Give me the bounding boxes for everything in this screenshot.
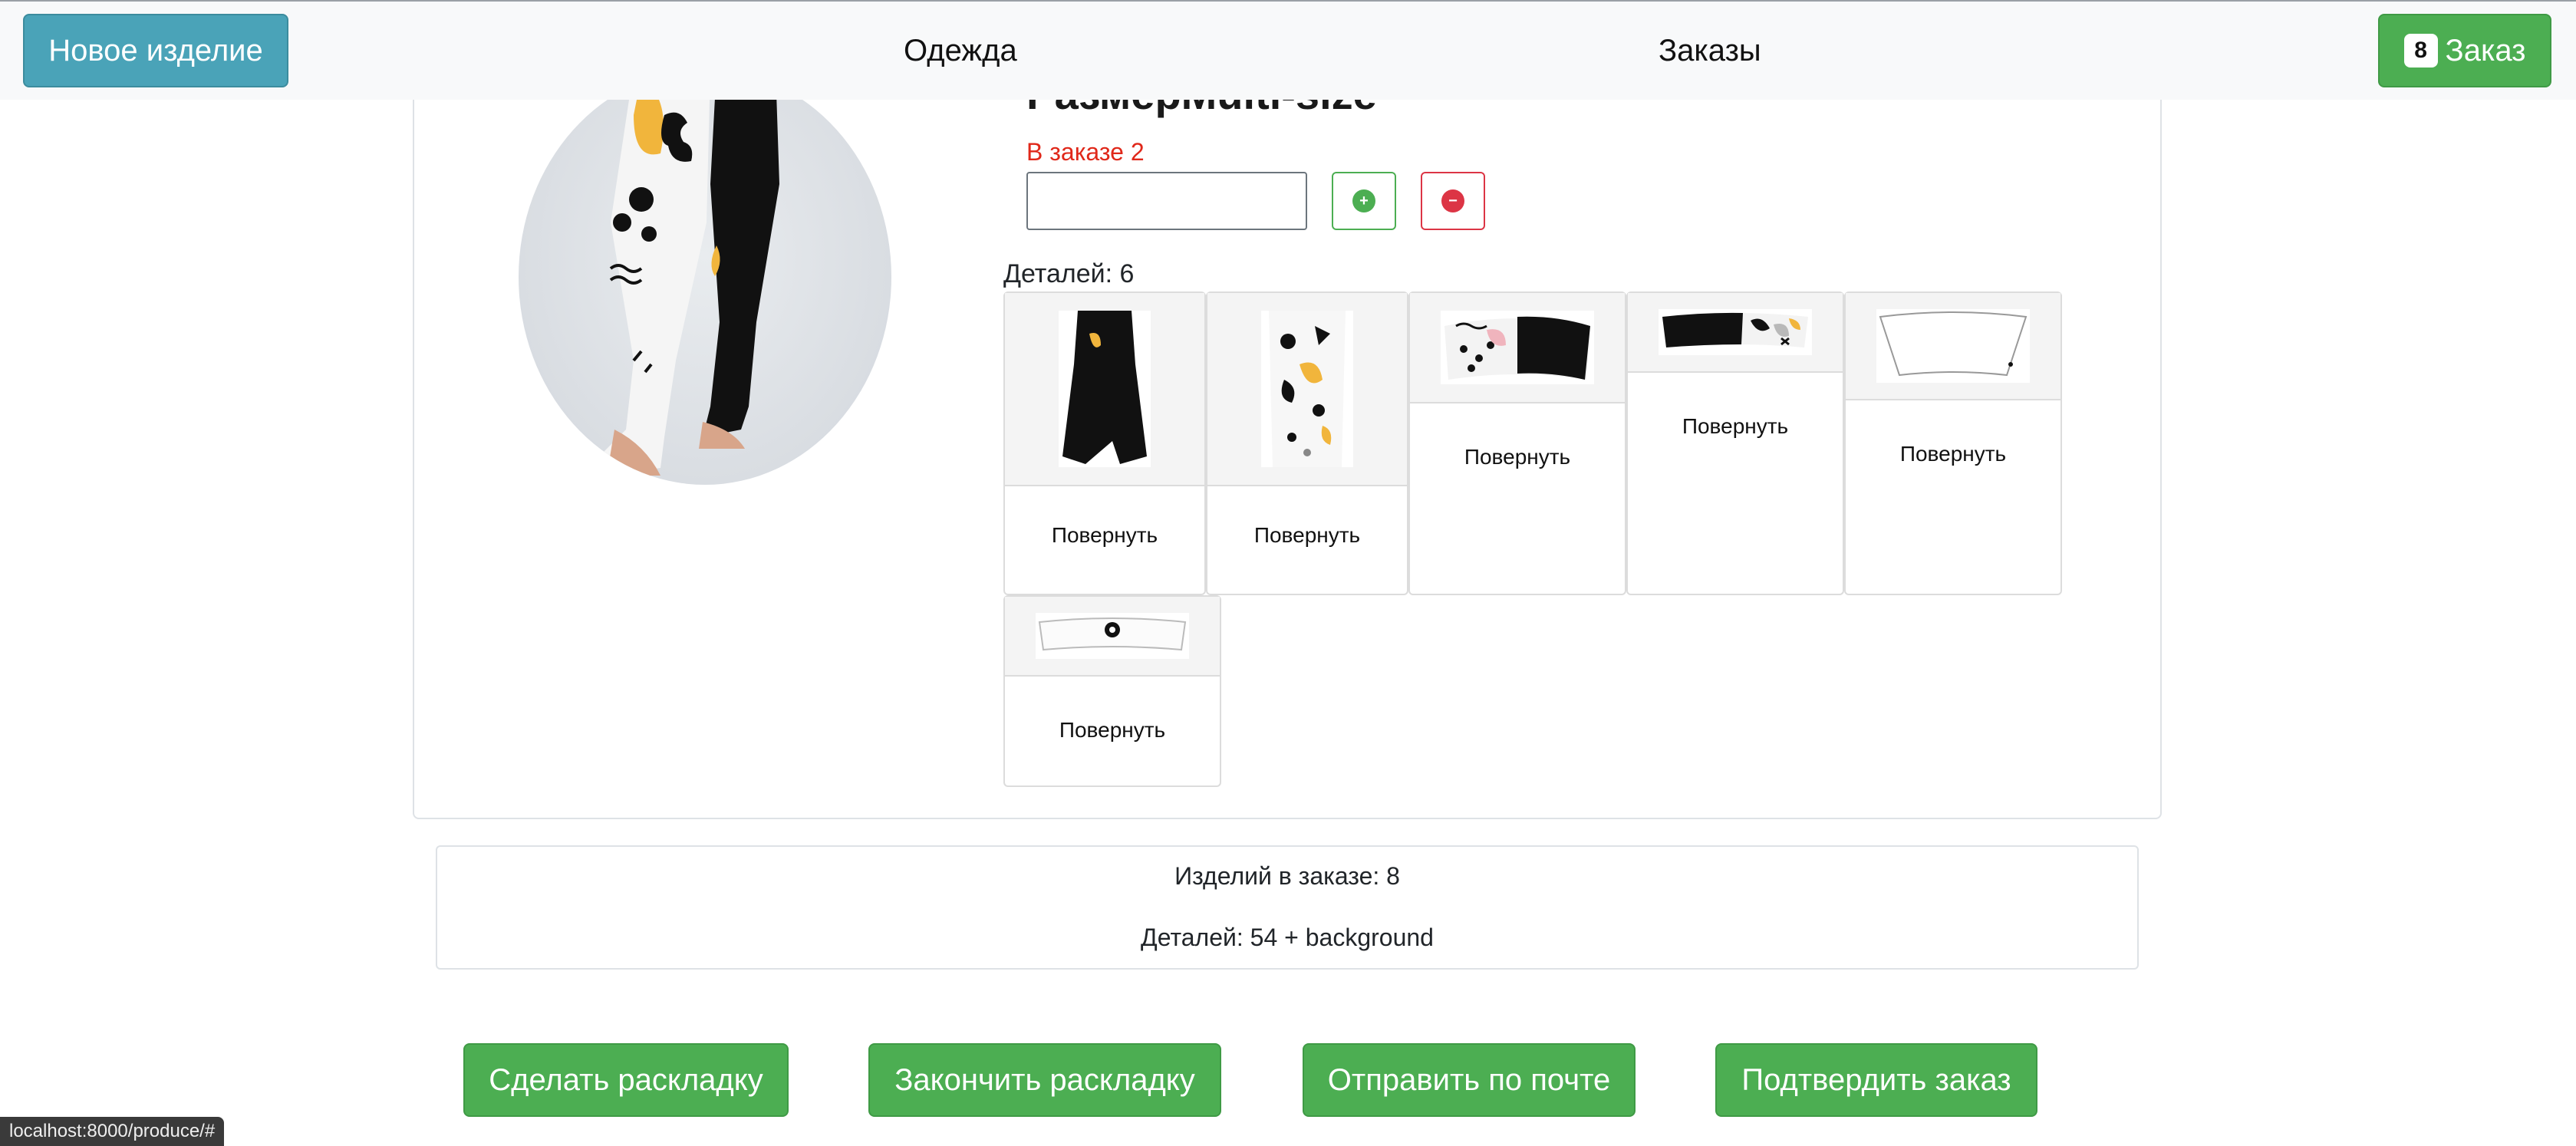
rotate-button[interactable]: Повернуть [1207, 523, 1407, 548]
part-thumbnail [1410, 293, 1625, 403]
add-button[interactable]: + [1332, 172, 1396, 230]
part-card: Повернуть [1408, 291, 1626, 595]
order-summary: Изделий в заказе: 8 Деталей: 54 + backgr… [436, 845, 2139, 970]
part-card: Повернуть [1844, 291, 2062, 595]
part-card: Повернуть [1626, 291, 1844, 595]
rotate-button[interactable]: Повернуть [1005, 718, 1220, 743]
send-mail-button[interactable]: Отправить по почте [1303, 1043, 1636, 1117]
details-count: Деталей: 6 [1003, 259, 1135, 288]
rotate-button[interactable]: Повернуть [1410, 445, 1625, 469]
in-order-count: В заказе 2 [1026, 138, 1145, 166]
part-thumbnail [1005, 597, 1220, 677]
nav-link-orders[interactable]: Заказы [1659, 34, 1761, 68]
nav-link-clothes[interactable]: Одежда [904, 34, 1017, 68]
make-layout-button[interactable]: Сделать раскладку [463, 1043, 789, 1117]
items-in-order: Изделий в заказе: 8 [1174, 862, 1400, 890]
part-thumbnail [1005, 293, 1204, 486]
part-thumbnail [1207, 293, 1407, 486]
part-card: Повернуть [1003, 291, 1206, 595]
cart-count-badge: 8 [2403, 34, 2438, 68]
cart-label: Заказ [2445, 33, 2526, 68]
finish-layout-button[interactable]: Закончить раскладку [868, 1043, 1221, 1117]
rotate-button[interactable]: Повернуть [1846, 442, 2060, 466]
rotate-button[interactable]: Повернуть [1005, 523, 1204, 548]
quantity-input[interactable] [1026, 172, 1307, 230]
part-thumbnail [1628, 293, 1843, 373]
status-bar-url: localhost:8000/produce/# [0, 1117, 225, 1146]
new-item-button[interactable]: Новое изделие [23, 14, 288, 87]
remove-button[interactable]: − [1421, 172, 1485, 230]
part-card: Повернуть [1206, 291, 1408, 595]
confirm-order-button[interactable]: Подтвердить заказ [1715, 1043, 2037, 1117]
rotate-button[interactable]: Повернуть [1628, 414, 1843, 439]
product-image [519, 69, 891, 485]
part-card: Повернуть [1003, 595, 1221, 787]
details-total: Деталей: 54 + background [1141, 924, 1434, 951]
cart-button[interactable]: 8 Заказ [2378, 14, 2551, 87]
navbar: Новое изделие Одежда Заказы 8 Заказ [0, 0, 2576, 100]
plus-icon: + [1352, 189, 1375, 212]
minus-icon: − [1441, 189, 1464, 212]
part-thumbnail [1846, 293, 2060, 400]
